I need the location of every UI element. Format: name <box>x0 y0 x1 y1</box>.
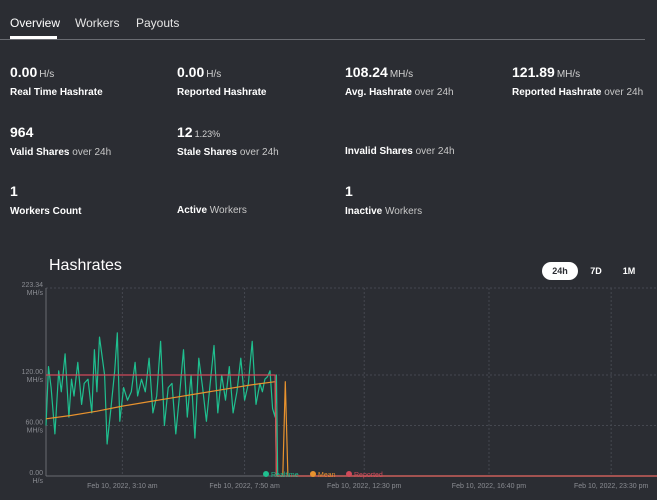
x-tick-label: Feb 10, 2022, 23:30 pm <box>574 483 648 490</box>
stat-label: Reported Hashrate <box>512 87 602 98</box>
stat-sublabel: over 24h <box>415 146 455 157</box>
stat-reported-hashrate: 0.00 H/s Reported Hashrate <box>177 64 266 98</box>
stat-sublabel: over 24h <box>414 87 454 98</box>
stat-label: Real Time Hashrate <box>10 87 103 98</box>
stat-valid-shares: 964 Valid Shares over 24h <box>10 124 111 158</box>
stat-value: 1 <box>10 183 18 199</box>
y-tick-label: 223.34 <box>22 282 44 289</box>
stat-value: 0.00 <box>10 64 38 80</box>
y-tick-unit: MH/s <box>27 377 44 384</box>
legend-marker-reported <box>346 471 352 477</box>
stat-value: 12 <box>177 124 193 140</box>
range-24h-button[interactable]: 24h <box>542 262 578 280</box>
stat-label: Reported Hashrate <box>177 87 267 98</box>
stat-active-workers: Active Workers <box>177 183 247 216</box>
stat-label: Inactive <box>345 206 383 217</box>
tab-overview[interactable]: Overview <box>10 16 60 30</box>
hashrate-chart: 223.34MH/s120.00MH/s60.00MH/s0.00H/sFeb … <box>22 282 657 490</box>
legend-marker-mean <box>310 471 316 477</box>
stat-realtime-hashrate: 0.00 H/s Real Time Hashrate <box>10 64 103 98</box>
stat-unit: MH/s <box>556 69 581 80</box>
tab-payouts[interactable]: Payouts <box>136 16 179 30</box>
active-tab-indicator <box>10 36 57 39</box>
stat-percent: 1.23% <box>194 129 221 139</box>
stat-label: Valid Shares <box>10 147 70 158</box>
stat-value: 0.00 <box>177 64 205 80</box>
stat-sublabel: Workers <box>385 206 423 217</box>
stat-reported-hashrate-24h: 121.89 MH/s Reported Hashrate over 24h <box>512 64 643 98</box>
tab-workers[interactable]: Workers <box>75 16 119 30</box>
stat-inactive-workers: 1 Inactive Workers <box>345 183 422 217</box>
y-tick-unit: MH/s <box>27 427 44 434</box>
legend-label: Reported <box>354 472 383 479</box>
stat-unit: H/s <box>206 69 222 80</box>
stat-label: Avg. Hashrate <box>345 87 412 98</box>
stat-label: Workers Count <box>10 206 82 217</box>
x-tick-label: Feb 10, 2022, 12:30 pm <box>327 483 401 490</box>
tab-bar: Overview Workers Payouts <box>0 0 645 40</box>
legend-label: Mean <box>318 472 336 479</box>
range-1m-button[interactable]: 1M <box>614 262 644 280</box>
stat-value: 964 <box>10 124 34 140</box>
stat-value: 121.89 <box>512 64 555 80</box>
range-7d-button[interactable]: 7D <box>582 262 610 280</box>
y-tick-label: 120.00 <box>22 369 44 376</box>
stat-label: Active <box>177 205 208 216</box>
chart-title: Hashrates <box>49 257 122 274</box>
stat-avg-hashrate: 108.24 MH/s Avg. Hashrate over 24h <box>345 64 454 98</box>
legend-label: Realtime <box>271 472 299 479</box>
y-tick-unit: H/s <box>33 478 44 485</box>
y-tick-label: 60.00 <box>25 419 43 426</box>
y-tick-label: 0.00 <box>29 470 43 477</box>
stat-unit: H/s <box>39 69 55 80</box>
stat-unit: MH/s <box>389 69 414 80</box>
stat-sublabel: over 24h <box>72 147 112 158</box>
x-tick-label: Feb 10, 2022, 16:40 pm <box>452 483 526 490</box>
stat-value: 108.24 <box>345 64 388 80</box>
stat-stale-shares: 12 1.23% Stale Shares over 24h <box>177 124 279 158</box>
x-tick-label: Feb 10, 2022, 3:10 am <box>87 483 158 490</box>
stat-value: 1 <box>345 183 353 199</box>
x-tick-label: Feb 10, 2022, 7:50 am <box>209 483 280 490</box>
series-line-realtime <box>45 332 657 477</box>
stat-label: Stale Shares <box>177 147 238 158</box>
stat-invalid-shares: Invalid Shares over 24h <box>345 124 455 157</box>
stat-sublabel: over 24h <box>604 87 644 98</box>
stat-sublabel: over 24h <box>239 147 279 158</box>
legend-marker-realtime <box>263 471 269 477</box>
stat-workers-count: 1 Workers Count <box>10 183 82 217</box>
y-tick-unit: MH/s <box>27 290 44 297</box>
stat-sublabel: Workers <box>209 205 247 216</box>
stat-label: Invalid Shares <box>345 146 413 157</box>
